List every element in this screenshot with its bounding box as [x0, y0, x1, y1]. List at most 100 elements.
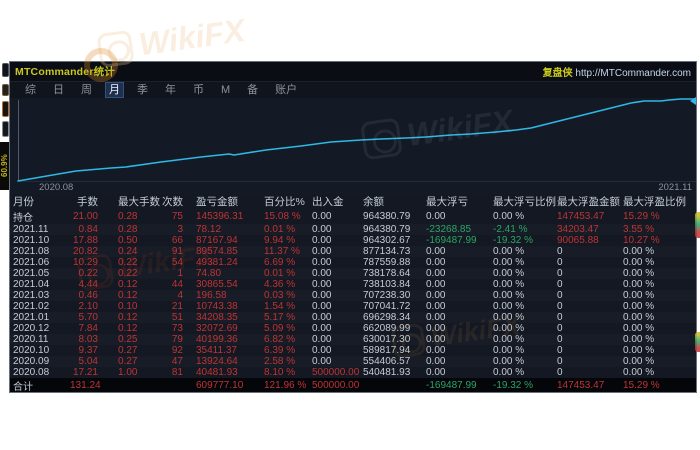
table-cell: 0.00 [426, 301, 493, 312]
table-cell: 79 [155, 334, 183, 345]
table-cell: 0 [557, 301, 623, 312]
menu-item-季[interactable]: 季 [134, 83, 151, 97]
edge-window-icon[interactable] [2, 121, 9, 137]
table-cell: 合计 [13, 378, 70, 393]
table-cell: 7.84 [70, 323, 98, 334]
menu-item-币[interactable]: 币 [190, 83, 207, 97]
table-cell: 964302.67 [363, 235, 426, 246]
table-cell: 0 [557, 334, 623, 345]
table-cell: 0.22 [70, 268, 98, 279]
table-cell: 131.24 [70, 380, 98, 391]
table-cell: 34208.35 [183, 312, 264, 323]
table-cell: 0.00 [312, 345, 363, 356]
table-cell: 10.27 % [623, 235, 697, 246]
table-cell: 10743.38 [183, 301, 264, 312]
menu-item-周[interactable]: 周 [78, 83, 95, 97]
table-cell: 0.00 % [493, 323, 557, 334]
table-cell: 4.44 [70, 279, 98, 290]
table-cell: 32072.69 [183, 323, 264, 334]
line-end-marker-icon [690, 97, 696, 105]
table-cell: 13924.64 [183, 356, 264, 367]
table-cell: 47 [155, 356, 183, 367]
table-cell: 0.10 [98, 301, 155, 312]
table-cell: 738178.64 [363, 268, 426, 279]
table-cell: 54 [155, 257, 183, 268]
table-cell: 964380.79 [363, 224, 426, 235]
table-cell: 9.94 % [264, 235, 312, 246]
table-cell: 0.00 [426, 211, 493, 222]
header-cell: 最大浮亏比例 [493, 194, 557, 209]
menu-item-综[interactable]: 综 [22, 83, 39, 97]
table-cell: 500000.00 [312, 380, 363, 391]
header-cell: 出入金 [312, 194, 363, 209]
table-cell: 1.54 % [264, 301, 312, 312]
table-cell: 0 [557, 312, 623, 323]
table-cell: 34203.47 [557, 224, 623, 235]
table-cell: 9.37 [70, 345, 98, 356]
menu-item-账户[interactable]: 账户 [272, 83, 300, 97]
table-cell: 15.29 % [623, 380, 697, 391]
table-row-持仓[interactable]: 持仓21.000.2875145396.3115.08 %0.00964380.… [10, 209, 696, 224]
brand-area: 复盘侠 http://MTCommander.com [543, 64, 691, 79]
table-row-2020.11[interactable]: 2020.118.030.257940199.366.82 %0.0063001… [10, 334, 696, 345]
table-cell: 0.00 [312, 290, 363, 301]
table-row-2020.10[interactable]: 2020.109.370.279235411.376.39 %0.0058981… [10, 345, 696, 356]
table-cell: 0.27 [98, 356, 155, 367]
table-body: 持仓21.000.2875145396.3115.08 %0.00964380.… [10, 209, 696, 378]
table-cell: 0.00 [312, 246, 363, 257]
edge-window-icon[interactable] [2, 84, 9, 96]
table-cell: 20.82 [70, 246, 98, 257]
table-cell: 89574.85 [183, 246, 264, 257]
table-cell: 3.55 % [623, 224, 697, 235]
menu-item-日[interactable]: 日 [50, 83, 67, 97]
table-row-2020.12[interactable]: 2020.127.840.127332072.695.09 %0.0066208… [10, 323, 696, 334]
menu-item-M[interactable]: M [218, 83, 233, 97]
table-cell: 0.00 % [623, 312, 697, 323]
edge-window-icon[interactable] [2, 101, 9, 117]
watermark-text: WikiFX [137, 12, 248, 63]
table-cell: 73 [155, 323, 183, 334]
table-cell: 0.00 % [623, 334, 697, 345]
table-cell: 0.12 [98, 312, 155, 323]
table-row-2021.01[interactable]: 2021.015.700.125134208.355.17 %0.0069629… [10, 312, 696, 323]
table-cell: 0.00 [312, 257, 363, 268]
table-row-2021.11[interactable]: 2021.110.840.28378.120.01 %0.00964380.79… [10, 224, 696, 235]
table-cell: 2021.01 [13, 312, 70, 323]
menu-item-年[interactable]: 年 [162, 83, 179, 97]
wikifx-logo-icon [695, 212, 700, 238]
table-cell: 15.29 % [623, 211, 697, 222]
table-row-2021.03[interactable]: 2021.030.460.124196.580.03 %0.00707238.3… [10, 290, 696, 301]
brand-name: 复盘侠 [543, 68, 573, 79]
table-cell: 0.12 [98, 323, 155, 334]
table-total-row[interactable]: 合计131.24609777.10121.96 %500000.00-16948… [10, 378, 696, 393]
table-cell: 6.69 % [264, 257, 312, 268]
table-cell: -19.32 % [493, 235, 557, 246]
table-cell: 0.00 % [493, 334, 557, 345]
table-cell: 0 [557, 279, 623, 290]
table-row-2021.02[interactable]: 2021.022.100.102110743.381.54 %0.0070704… [10, 301, 696, 312]
table-row-2021.04[interactable]: 2021.044.440.124430865.544.36 %0.0073810… [10, 279, 696, 290]
table-cell: 540481.93 [363, 367, 426, 378]
edge-window-icon[interactable] [2, 63, 9, 77]
table-row-2020.08[interactable]: 2020.0817.211.008140481.938.10 %500000.0… [10, 367, 696, 378]
x-label-end: 2021.11 [658, 182, 692, 194]
table-cell: 8.03 [70, 334, 98, 345]
table-row-2020.09[interactable]: 2020.095.040.274713924.642.58 %0.0055440… [10, 356, 696, 367]
table-row-2021.05[interactable]: 2021.050.220.22174.800.01 %0.00738178.64… [10, 268, 696, 279]
table-row-2021.10[interactable]: 2021.1017.880.506687167.949.94 %0.009643… [10, 235, 696, 246]
table-row-2021.06[interactable]: 2021.0610.290.225449381.246.69 %0.007875… [10, 257, 696, 268]
table-cell: 662089.99 [363, 323, 426, 334]
table-cell: 0.00 [426, 312, 493, 323]
balance-chart: 2020.08 2021.11 [10, 98, 696, 194]
brand-url[interactable]: http://MTCommander.com [575, 68, 691, 79]
table-cell: 0.50 [98, 235, 155, 246]
table-row-2021.08[interactable]: 2021.0820.820.249189574.8511.37 %0.00877… [10, 246, 696, 257]
table-cell: 2020.08 [13, 367, 70, 378]
table-cell: 40481.93 [183, 367, 264, 378]
menu-item-备[interactable]: 备 [244, 83, 261, 97]
balance-curve [10, 98, 697, 182]
table-cell: 0.00 [426, 345, 493, 356]
table-cell: 0.00 % [493, 268, 557, 279]
menu-item-月[interactable]: 月 [106, 83, 123, 97]
table-cell: 589817.94 [363, 345, 426, 356]
